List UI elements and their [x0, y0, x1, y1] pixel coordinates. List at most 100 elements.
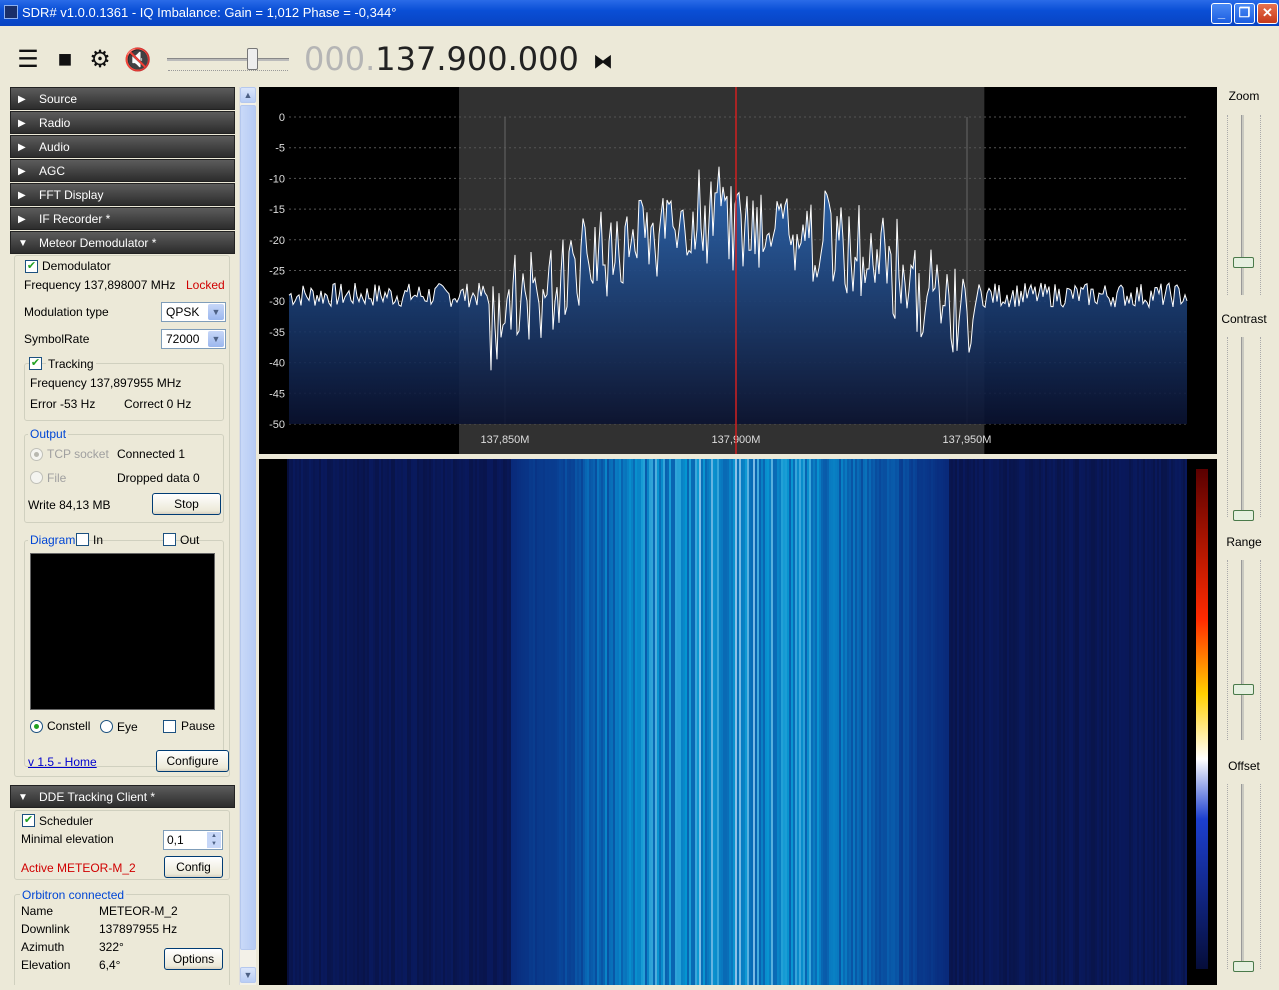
- waterfall-column: [1071, 459, 1073, 985]
- section-meteor-demodulator[interactable]: ▼ Meteor Demodulator *: [10, 231, 235, 254]
- close-button[interactable]: ✕: [1257, 3, 1278, 24]
- section-if-recorder[interactable]: ▶ IF Recorder *: [10, 207, 235, 230]
- waterfall-column: [849, 459, 851, 985]
- spin-down-icon[interactable]: ▼: [207, 840, 221, 848]
- tracking-checkbox[interactable]: ✔: [29, 357, 42, 370]
- waterfall-column: [781, 459, 783, 985]
- spin-up-icon[interactable]: ▲: [207, 832, 221, 840]
- frequency-display[interactable]: 000.137.900.000: [304, 41, 579, 77]
- waterfall-column: [503, 459, 505, 985]
- diagram-out-checkbox[interactable]: [163, 533, 176, 546]
- title-bar[interactable]: SDR# v1.0.0.1361 - IQ Imbalance: Gain = …: [0, 0, 1279, 26]
- waterfall-column: [327, 459, 329, 985]
- waterfall-column: [961, 459, 963, 985]
- waterfall-column: [1105, 459, 1107, 985]
- waterfall-column: [573, 459, 575, 985]
- tcp-socket-radio[interactable]: [30, 448, 43, 461]
- waterfall-column: [945, 459, 947, 985]
- waterfall-column: [885, 459, 887, 985]
- zoom-slider[interactable]: [1241, 115, 1244, 295]
- section-dde-tracking[interactable]: ▼ DDE Tracking Client *: [10, 785, 235, 808]
- waterfall-column: [867, 459, 869, 985]
- configure-button[interactable]: Configure: [156, 750, 229, 772]
- modulation-select[interactable]: QPSK ▼: [161, 302, 226, 322]
- waterfall-column: [997, 459, 999, 985]
- contrast-slider[interactable]: [1241, 337, 1244, 517]
- offset-slider[interactable]: [1241, 784, 1244, 969]
- scroll-up-icon[interactable]: ▲: [240, 87, 256, 103]
- waterfall-column: [795, 459, 797, 985]
- waterfall-column: [533, 459, 535, 985]
- section-source[interactable]: ▶ Source: [10, 87, 235, 110]
- maximize-button[interactable]: ❐: [1234, 3, 1255, 24]
- range-slider-thumb[interactable]: [1233, 684, 1254, 695]
- version-home-link[interactable]: v 1.5 - Home: [28, 755, 97, 769]
- waterfall-column: [801, 459, 803, 985]
- waterfall-column: [869, 459, 871, 985]
- waterfall-column: [1057, 459, 1059, 985]
- waterfall-column: [551, 459, 553, 985]
- waterfall-column: [1103, 459, 1105, 985]
- range-slider[interactable]: [1241, 560, 1244, 740]
- waterfall-column: [805, 459, 807, 985]
- contrast-slider-thumb[interactable]: [1233, 510, 1254, 521]
- tracking-error: Error -53 Hz: [30, 397, 96, 411]
- gear-icon[interactable]: ⚙: [86, 48, 114, 72]
- waterfall-column: [1019, 459, 1021, 985]
- file-radio[interactable]: [30, 471, 43, 484]
- waterfall-column: [411, 459, 413, 985]
- speaker-muted-icon[interactable]: 🔇: [124, 48, 152, 72]
- scheduler-checkbox[interactable]: ✔: [22, 814, 35, 827]
- waterfall-column: [547, 459, 549, 985]
- section-agc[interactable]: ▶ AGC: [10, 159, 235, 182]
- diagram-label: Diagram: [28, 533, 78, 547]
- section-fft-display-label: FFT Display: [39, 188, 104, 202]
- waterfall-column: [1091, 459, 1093, 985]
- config-button[interactable]: Config: [164, 856, 223, 878]
- zoom-slider-thumb[interactable]: [1233, 257, 1254, 268]
- waterfall-column: [661, 459, 663, 985]
- eye-radio[interactable]: [100, 720, 113, 733]
- spectrum-panel[interactable]: 0 -5 -10 -15 -20 -25 -30 -35 -40 -45 -50 137,850M 13…: [259, 87, 1217, 454]
- waterfall-column: [823, 459, 825, 985]
- waterfall-column: [583, 459, 585, 985]
- waterfall-column: [461, 459, 463, 985]
- left-panel-scrollbar[interactable]: ▲ ▼: [239, 87, 256, 985]
- stop-icon[interactable]: ■: [51, 48, 79, 72]
- minimize-button[interactable]: _: [1211, 3, 1232, 24]
- waterfall-display[interactable]: [259, 459, 1217, 985]
- section-fft-display[interactable]: ▶ FFT Display: [10, 183, 235, 206]
- pause-checkbox[interactable]: [163, 720, 176, 733]
- offset-slider-thumb[interactable]: [1233, 961, 1254, 972]
- waterfall-column: [413, 459, 415, 985]
- symbolrate-select[interactable]: 72000 ▼: [161, 329, 226, 349]
- waterfall-column: [339, 459, 341, 985]
- spectrum-chart[interactable]: 0 -5 -10 -15 -20 -25 -30 -35 -40 -45 -50 137,850M 13…: [259, 87, 1217, 454]
- diagram-in-checkbox[interactable]: [76, 533, 89, 546]
- waterfall-column: [981, 459, 983, 985]
- waterfall-column: [567, 459, 569, 985]
- orbitron-label: Orbitron connected: [20, 888, 127, 902]
- scroll-thumb[interactable]: [240, 105, 256, 950]
- tune-skip-icon[interactable]: ⧓: [589, 50, 617, 74]
- waterfall-column: [1063, 459, 1065, 985]
- write-size: Write 84,13 MB: [28, 498, 111, 512]
- volume-slider[interactable]: [167, 58, 289, 61]
- scroll-down-icon[interactable]: ▼: [240, 967, 256, 983]
- menu-icon[interactable]: ☰: [14, 48, 42, 72]
- volume-slider-thumb[interactable]: [247, 48, 258, 70]
- stop-button[interactable]: Stop: [152, 493, 221, 515]
- constell-radio[interactable]: [30, 720, 43, 733]
- waterfall-panel[interactable]: [259, 459, 1217, 985]
- waterfall-column: [791, 459, 793, 985]
- section-audio[interactable]: ▶ Audio: [10, 135, 235, 158]
- section-radio[interactable]: ▶ Radio: [10, 111, 235, 134]
- waterfall-column: [839, 459, 841, 985]
- options-button[interactable]: Options: [164, 948, 223, 970]
- waterfall-column: [575, 459, 577, 985]
- demodulator-checkbox[interactable]: ✔: [25, 260, 38, 273]
- waterfall-column: [361, 459, 363, 985]
- waterfall-column: [475, 459, 477, 985]
- right-panel: Zoom Contrast Range Offset: [1219, 87, 1279, 985]
- min-elevation-input[interactable]: 0,1 ▲ ▼: [163, 830, 223, 850]
